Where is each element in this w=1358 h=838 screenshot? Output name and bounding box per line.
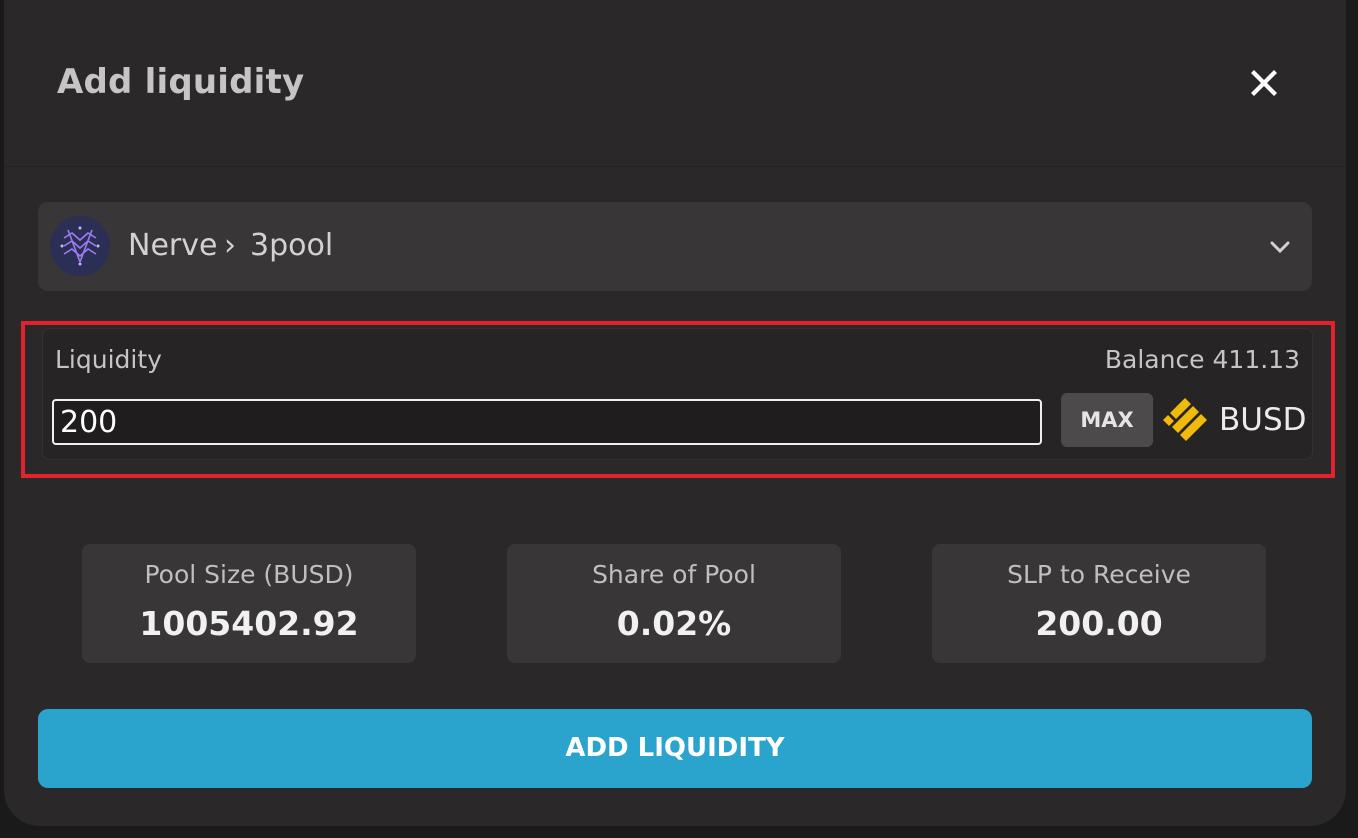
close-icon — [1251, 70, 1277, 96]
pool-protocol-name: Nerve — [128, 228, 218, 263]
add-liquidity-button[interactable]: ADD LIQUIDITY — [38, 709, 1312, 788]
pool-selector-dropdown[interactable]: Nerve › 3pool — [38, 202, 1312, 291]
share-of-pool-label: Share of Pool — [592, 560, 756, 589]
breadcrumb-separator: › — [224, 228, 236, 263]
slp-receive-card: SLP to Receive 200.00 — [932, 544, 1266, 663]
nerve-logo-icon — [50, 216, 110, 276]
pool-name: 3pool — [250, 228, 334, 263]
slp-receive-value: 200.00 — [1035, 604, 1163, 643]
highlight-box — [21, 321, 1335, 478]
pool-size-value: 1005402.92 — [139, 604, 359, 643]
modal-header: Add liquidity — [4, 0, 1346, 167]
pool-size-card: Pool Size (BUSD) 1005402.92 — [82, 544, 416, 663]
modal-title: Add liquidity — [57, 62, 305, 102]
share-of-pool-value: 0.02% — [616, 604, 732, 643]
close-button[interactable] — [1244, 62, 1284, 102]
share-of-pool-card: Share of Pool 0.02% — [507, 544, 841, 663]
slp-receive-label: SLP to Receive — [1007, 560, 1191, 589]
chevron-down-icon — [1270, 241, 1290, 254]
pool-size-label: Pool Size (BUSD) — [144, 560, 354, 589]
